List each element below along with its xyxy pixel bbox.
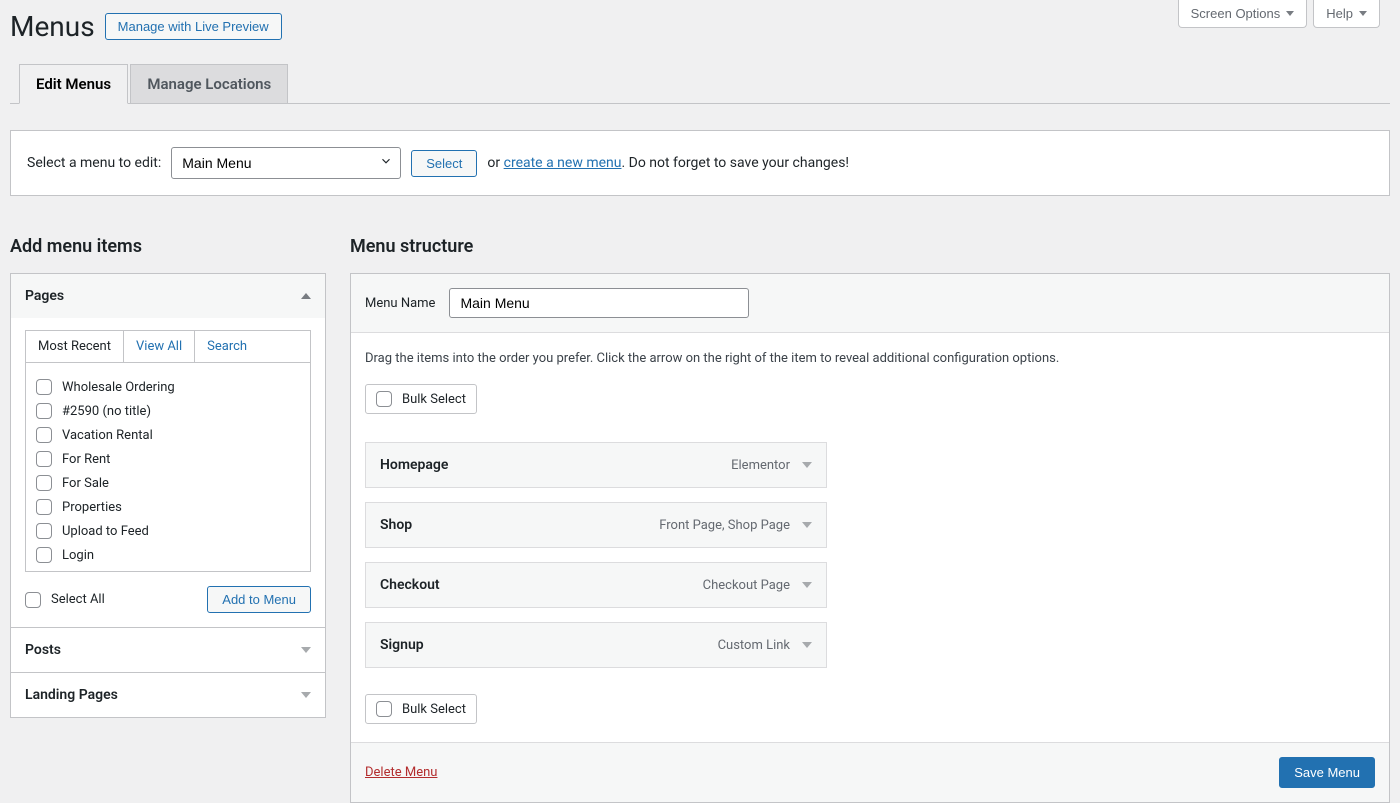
add-items-heading: Add menu items [10, 236, 326, 257]
bulk-select-label: Bulk Select [402, 392, 466, 407]
tab-search[interactable]: Search [195, 331, 259, 362]
chevron-up-icon [301, 293, 311, 299]
add-to-menu-button[interactable]: Add to Menu [207, 586, 311, 613]
screen-options-label: Screen Options [1191, 6, 1281, 21]
checkbox[interactable] [25, 592, 41, 608]
posts-title: Posts [25, 642, 61, 658]
select-menu-label: Select a menu to edit: [27, 155, 161, 171]
checkbox[interactable] [36, 523, 52, 539]
checkbox[interactable] [36, 451, 52, 467]
tab-most-recent[interactable]: Most Recent [26, 331, 124, 362]
landing-pages-accordion-header[interactable]: Landing Pages [11, 673, 325, 717]
menu-item-type: Checkout Page [703, 578, 790, 593]
select-all-row[interactable]: Select All [25, 588, 105, 612]
tab-manage-locations[interactable]: Manage Locations [130, 64, 288, 103]
help-label: Help [1326, 6, 1353, 21]
page-item[interactable]: Login [36, 543, 300, 567]
checkbox[interactable] [36, 499, 52, 515]
menu-structure-heading: Menu structure [350, 236, 1390, 257]
delete-menu-link[interactable]: Delete Menu [365, 765, 437, 780]
chevron-down-icon[interactable] [802, 462, 812, 468]
tab-view-all[interactable]: View All [124, 331, 195, 362]
chevron-down-icon[interactable] [802, 522, 812, 528]
tab-edit-menus[interactable]: Edit Menus [19, 64, 128, 104]
page-label: Login [62, 548, 94, 563]
menu-items-list: Homepage Elementor Shop Front Page, Shop… [365, 442, 827, 668]
or-text: or [487, 155, 500, 171]
menu-item-type: Elementor [731, 458, 790, 473]
menu-select[interactable]: Main Menu [171, 147, 401, 179]
chevron-down-icon[interactable] [802, 642, 812, 648]
pages-list-panel: Wholesale Ordering #2590 (no title) Vaca… [25, 362, 311, 572]
posts-accordion-header[interactable]: Posts [11, 628, 325, 672]
page-item[interactable]: #2590 (no title) [36, 399, 300, 423]
page-item[interactable]: Properties [36, 495, 300, 519]
menu-name-input[interactable] [449, 288, 749, 318]
menu-editor: Menu Name Drag the items into the order … [350, 273, 1390, 803]
page-label: Vacation Rental [62, 428, 153, 443]
pages-accordion-header[interactable]: Pages [11, 274, 325, 318]
checkbox[interactable] [36, 427, 52, 443]
checkbox[interactable] [376, 391, 392, 407]
menu-footer: Delete Menu Save Menu [351, 742, 1389, 802]
menu-item[interactable]: Checkout Checkout Page [365, 562, 827, 608]
pages-inner-tabs: Most Recent View All Search [25, 330, 311, 362]
create-menu-link[interactable]: create a new menu [504, 155, 622, 171]
live-preview-button[interactable]: Manage with Live Preview [105, 13, 282, 40]
chevron-down-icon [1359, 11, 1367, 16]
menu-select-bar: Select a menu to edit: Main Menu Select … [10, 130, 1390, 196]
chevron-down-icon [1286, 11, 1294, 16]
add-items-accordion: Pages Most Recent View All Search Wholes… [10, 273, 326, 718]
page-item[interactable]: Upload to Feed [36, 519, 300, 543]
pages-accordion-body: Most Recent View All Search Wholesale Or… [11, 318, 325, 627]
menu-item[interactable]: Shop Front Page, Shop Page [365, 502, 827, 548]
menu-item-title: Shop [380, 517, 412, 533]
help-button[interactable]: Help [1313, 0, 1380, 28]
page-label: For Sale [62, 476, 109, 491]
page-item[interactable]: Vacation Rental [36, 423, 300, 447]
select-button[interactable]: Select [411, 150, 477, 177]
page-item[interactable]: Wholesale Ordering [36, 375, 300, 399]
save-menu-button[interactable]: Save Menu [1279, 757, 1375, 788]
page-label: Wholesale Ordering [62, 380, 175, 395]
page-item[interactable]: For Sale [36, 471, 300, 495]
page-label: For Rent [62, 452, 110, 467]
menu-item-title: Checkout [380, 577, 440, 593]
page-title: Menus [10, 10, 95, 43]
menu-description: Drag the items into the order you prefer… [365, 351, 1375, 366]
checkbox[interactable] [36, 547, 52, 563]
pages-title: Pages [25, 288, 64, 304]
chevron-down-icon [301, 647, 311, 653]
menu-item-type: Front Page, Shop Page [659, 518, 790, 533]
bulk-select-label: Bulk Select [402, 702, 466, 717]
checkbox[interactable] [376, 701, 392, 717]
menu-name-row: Menu Name [351, 274, 1389, 333]
page-label: Properties [62, 500, 122, 515]
chevron-down-icon[interactable] [802, 582, 812, 588]
menu-item-title: Homepage [380, 457, 448, 473]
checkbox[interactable] [36, 475, 52, 491]
bulk-select-bottom[interactable]: Bulk Select [365, 694, 477, 724]
menu-item[interactable]: Homepage Elementor [365, 442, 827, 488]
nav-tabs: Edit Menus Manage Locations [10, 63, 1390, 104]
select-all-label: Select All [51, 592, 105, 607]
bulk-select-top[interactable]: Bulk Select [365, 384, 477, 414]
page-label: #2590 (no title) [62, 404, 151, 419]
menu-item-title: Signup [380, 637, 424, 653]
reminder-text: . Do not forget to save your changes! [621, 155, 849, 171]
checkbox[interactable] [36, 379, 52, 395]
page-item[interactable]: For Rent [36, 447, 300, 471]
landing-pages-title: Landing Pages [25, 687, 118, 703]
page-label: Upload to Feed [62, 524, 149, 539]
chevron-down-icon [301, 692, 311, 698]
menu-name-label: Menu Name [365, 296, 435, 311]
menu-item[interactable]: Signup Custom Link [365, 622, 827, 668]
menu-item-type: Custom Link [718, 638, 790, 653]
checkbox[interactable] [36, 403, 52, 419]
screen-options-button[interactable]: Screen Options [1178, 0, 1308, 28]
